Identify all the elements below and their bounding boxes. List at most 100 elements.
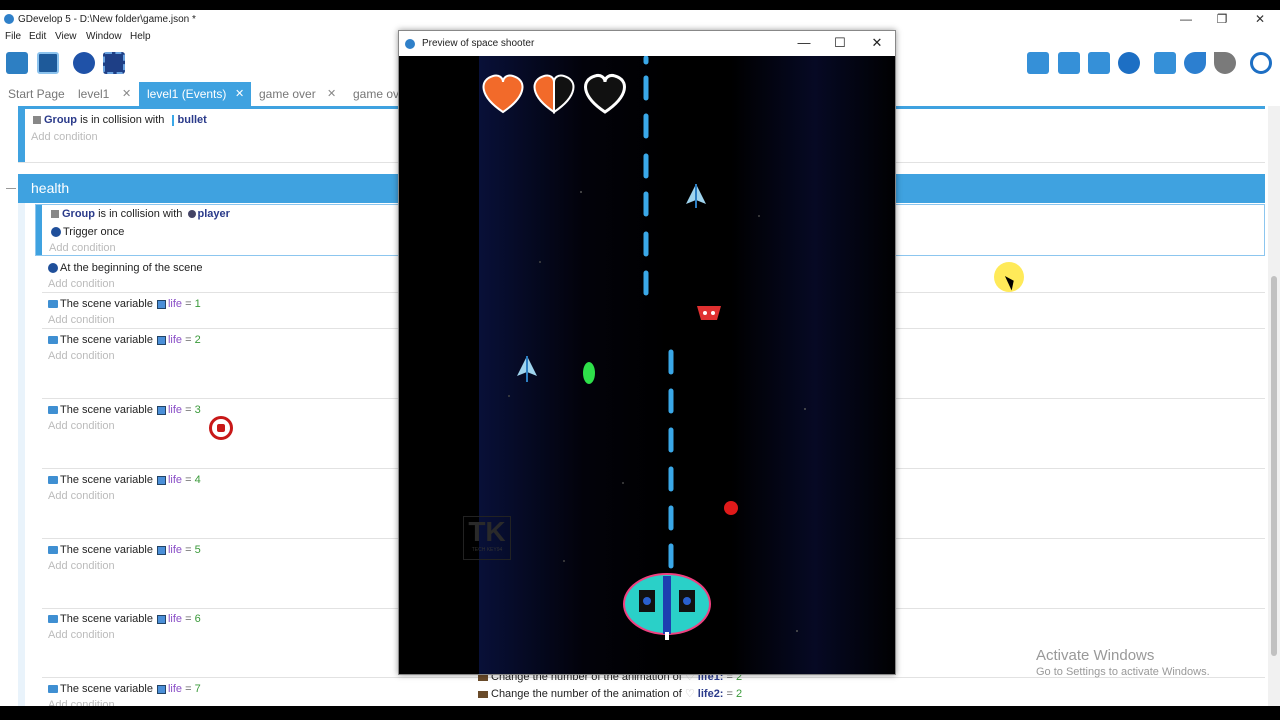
menu-file[interactable]: File [5,31,21,42]
green-bullet [583,362,595,384]
menu-edit[interactable]: Edit [29,31,46,42]
preview-icon[interactable] [73,52,95,74]
stars [508,191,806,632]
channel-watermark: TK TECH KEY94 [463,516,511,560]
redo-icon[interactable] [1214,52,1236,74]
add-condition-link[interactable]: Add condition [31,131,98,143]
add-condition-link[interactable]: Add condition [48,420,115,432]
info-icon [51,227,61,238]
player-icon [187,210,196,219]
condition-scene-variable[interactable]: The scene variable life = 7 [48,683,201,695]
add-condition-link[interactable]: Add condition [48,699,115,706]
preview-minimize-button[interactable]: — [796,35,812,50]
events-scrollbar[interactable] [1268,106,1280,706]
event-bar [36,205,42,255]
condition-scene-start[interactable]: At the beginning of the scene [48,262,203,274]
preview-close-button[interactable]: ✕ [869,35,885,51]
undo-icon[interactable] [1184,52,1206,74]
condition-trigger-once[interactable]: Trigger once [51,226,124,238]
variable-icon [156,405,166,415]
add-other-icon[interactable] [1118,52,1140,74]
condition-scene-variable[interactable]: The scene variable life = 3 [48,404,201,416]
condition-collision[interactable]: Group is in collision with player [51,208,230,220]
add-condition-link[interactable]: Add condition [48,490,115,502]
group-title: health [31,180,70,196]
scene-variable-icon [48,546,58,555]
condition-scene-variable[interactable]: The scene variable life = 1 [48,298,201,310]
activate-title: Activate Windows [1036,647,1155,664]
menu-window[interactable]: Window [86,31,122,42]
scene-variable-icon [48,406,58,415]
add-condition-link[interactable]: Add condition [48,314,115,326]
tab-start-page[interactable]: Start Page [0,82,72,106]
preview-title: Preview of space shooter [422,38,535,49]
variable-icon [156,545,166,555]
add-condition-link[interactable]: Add condition [48,560,115,572]
menu-view[interactable]: View [55,31,77,42]
gdevelop-window: GDevelop 5 - D:\New folder\game.json * —… [0,10,1280,706]
add-condition-link[interactable]: Add condition [48,350,115,362]
condition-scene-variable[interactable]: The scene variable life = 2 [48,334,201,346]
gdevelop-logo-icon [4,14,14,24]
tab-label: level1 [78,87,110,101]
gdevelop-logo-icon [405,39,415,49]
condition-scene-variable[interactable]: The scene variable life = 4 [48,474,201,486]
scene-start-icon [48,263,58,274]
variable-icon [156,335,166,345]
close-tab-icon[interactable]: ✕ [235,87,244,100]
title-bar: GDevelop 5 - D:\New folder\game.json * —… [0,10,1280,30]
add-condition-link[interactable]: Add condition [48,278,115,290]
preview-window: Preview of space shooter — ☐ ✕ TK TECH K… [398,30,896,675]
debugger-icon[interactable] [103,52,125,74]
tab-label: level1 (Events) [147,87,227,101]
tab-game-over[interactable]: game over ✕ [251,82,343,106]
variable-icon [156,684,166,694]
red-bullet [724,501,738,515]
close-tab-icon[interactable]: ✕ [122,87,131,100]
scene-variable-icon [48,300,58,309]
condition-collision[interactable]: Group is in collision with bullet [33,114,207,126]
life-hearts [482,74,626,114]
restore-button[interactable]: ❐ [1212,12,1232,26]
tab-label: Start Page [8,87,65,101]
heart-empty-icon [584,74,626,114]
search-icon[interactable] [1250,52,1272,74]
tab-level1-events[interactable]: level1 (Events) ✕ [139,82,251,106]
close-tab-icon[interactable]: ✕ [327,87,336,100]
preview-title-bar: Preview of space shooter — ☐ ✕ [399,31,895,56]
screen-bottom-border [0,706,1280,720]
preview-maximize-button[interactable]: ☐ [832,35,848,51]
enemy-ship [517,356,537,382]
close-button[interactable]: ✕ [1250,12,1270,26]
project-manager-icon[interactable] [6,52,28,74]
game-canvas[interactable]: TK TECH KEY94 [399,56,895,674]
watermark-text: TECH KEY94 [471,547,503,553]
add-condition-link[interactable]: Add condition [48,629,115,641]
player-ship [623,573,711,640]
scene-editor-icon[interactable] [37,52,59,74]
add-condition-link[interactable]: Add condition [49,242,116,254]
tab-level1[interactable]: level1 ✕ [70,82,138,106]
game-scene [482,56,806,640]
animation-icon [478,690,488,698]
scrollbar-thumb[interactable] [1271,276,1277,656]
minimize-button[interactable]: — [1176,12,1196,26]
condition-scene-variable[interactable]: The scene variable life = 6 [48,613,201,625]
action-change-animation[interactable]: Change the number of the animation of ♡ … [478,687,742,700]
tab-game-over-2[interactable]: game ov [345,82,405,106]
heart-half-icon [533,74,555,114]
window-title: GDevelop 5 - D:\New folder\game.json * [18,14,196,25]
menu-help[interactable]: Help [130,31,151,42]
condition-scene-variable[interactable]: The scene variable life = 5 [48,544,201,556]
record-indicator-icon [209,416,233,440]
add-subevent-icon[interactable] [1058,52,1080,74]
add-event-icon[interactable] [1027,52,1049,74]
variable-icon [156,614,166,624]
heart-full-icon [482,74,524,114]
delete-event-icon[interactable] [1154,52,1176,74]
bullet-icon [171,114,174,126]
activate-windows-watermark: Activate Windows Go to Settings to activ… [1036,647,1210,678]
add-comment-icon[interactable] [1088,52,1110,74]
group-icon [33,116,41,125]
event-bar [18,109,25,162]
